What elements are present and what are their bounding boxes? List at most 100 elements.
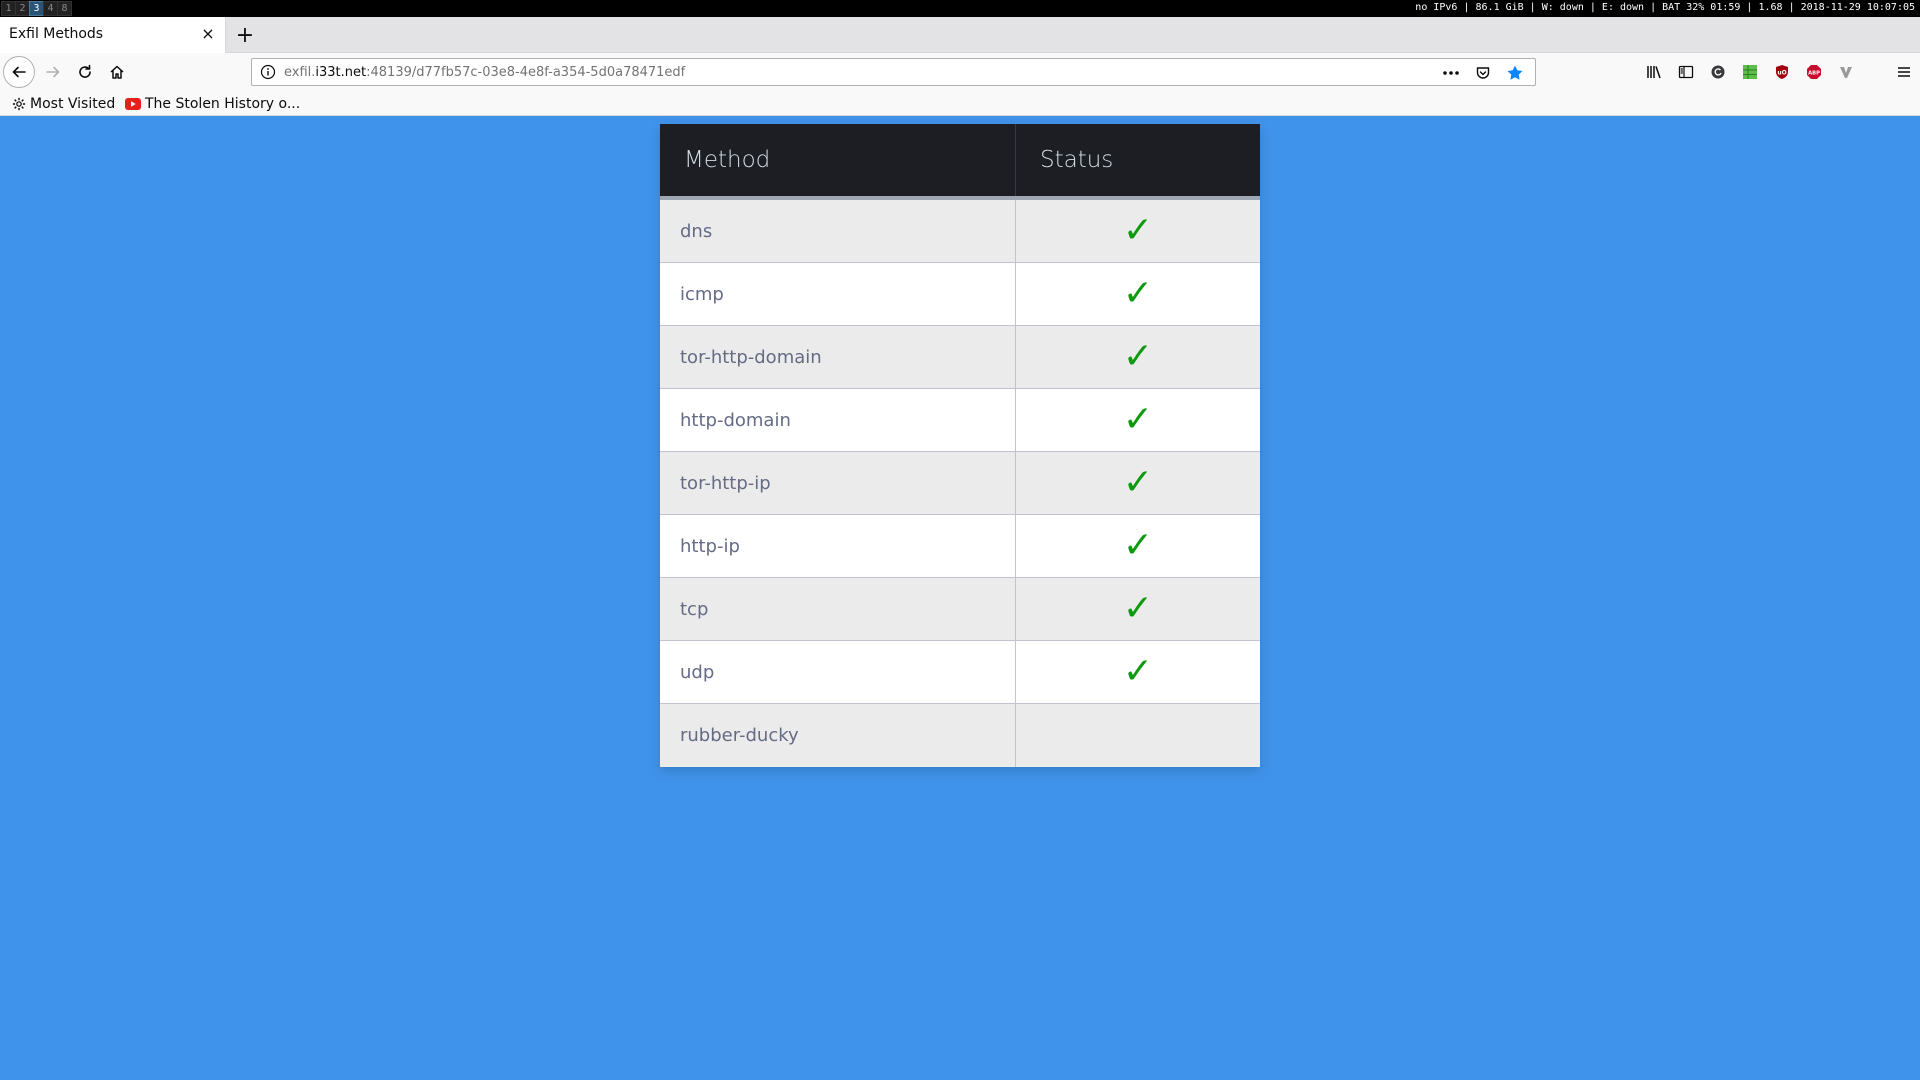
- workspace-button[interactable]: 2: [15, 1, 30, 16]
- forward-button[interactable]: [37, 57, 69, 87]
- sidebar-icon: [1678, 65, 1694, 79]
- table-row: tor-http-domain ✓: [660, 326, 1260, 389]
- workspace-button[interactable]: 1: [1, 1, 16, 16]
- bookmark-stolen-history[interactable]: The Stolen History o...: [125, 94, 300, 113]
- url-bar[interactable]: exfil.i33t.net:48139/d77fb57c-03e8-4e8f-…: [251, 58, 1536, 86]
- url-domain: i33t.net: [315, 65, 367, 80]
- youtube-icon: [125, 97, 141, 110]
- status-check-icon: ✓: [1122, 210, 1154, 251]
- status-cell: [1016, 704, 1260, 767]
- status-cell: ✓: [1016, 578, 1260, 640]
- status-check-icon: ✓: [1122, 525, 1154, 566]
- sync-icon: [1711, 65, 1725, 79]
- url-subdomain: exfil.: [284, 65, 316, 80]
- toolbar-extensions: uO ABP: [1638, 57, 1920, 87]
- table-row: tcp ✓: [660, 578, 1260, 641]
- workspace-button[interactable]: 4: [43, 1, 58, 16]
- column-header-status: Status: [1040, 147, 1114, 173]
- method-cell: udp: [660, 641, 1016, 703]
- table-row: dns ✓: [660, 200, 1260, 263]
- exfil-methods-table: Method Status dns ✓ icmp ✓ tor-http-domain ✓ h…: [660, 124, 1260, 767]
- status-cell: ✓: [1016, 200, 1260, 262]
- status-cell: ✓: [1016, 452, 1260, 514]
- status-check-icon: ✓: [1122, 588, 1154, 629]
- browser-tab[interactable]: Exfil Methods ×: [0, 17, 226, 53]
- back-button[interactable]: [3, 56, 35, 88]
- page-actions-button[interactable]: [1437, 62, 1465, 84]
- ublock-shield-icon: uO: [1776, 65, 1788, 79]
- method-cell: tcp: [660, 578, 1016, 640]
- bookmarks-toolbar: Most Visited The Stolen History o...: [0, 91, 1920, 116]
- bookmark-star-button[interactable]: [1501, 62, 1529, 84]
- table-row: udp ✓: [660, 641, 1260, 704]
- new-tab-button[interactable]: +: [230, 20, 260, 50]
- tab-title: Exfil Methods: [9, 26, 104, 42]
- ublock-button[interactable]: uO: [1766, 57, 1798, 87]
- navigation-toolbar: exfil.i33t.net:48139/d77fb57c-03e8-4e8f-…: [0, 53, 1920, 91]
- vimium-icon: [1840, 67, 1852, 78]
- menu-button[interactable]: [1888, 57, 1920, 87]
- page-content: Method Status dns ✓ icmp ✓ tor-http-domain ✓ h…: [0, 116, 1920, 1080]
- home-icon: [110, 65, 124, 79]
- method-cell: icmp: [660, 263, 1016, 325]
- star-icon: [1507, 65, 1523, 80]
- sidebar-button[interactable]: [1670, 57, 1702, 87]
- reload-button[interactable]: [69, 57, 101, 87]
- method-cell: tor-http-ip: [660, 452, 1016, 514]
- table-row: rubber-ducky: [660, 704, 1260, 767]
- table-row: icmp ✓: [660, 263, 1260, 326]
- status-cell: ✓: [1016, 263, 1260, 325]
- forward-arrow-icon: [46, 66, 60, 78]
- hamburger-menu-icon: [1898, 67, 1910, 77]
- table-body: dns ✓ icmp ✓ tor-http-domain ✓ http-domain ✓ tor…: [660, 200, 1260, 767]
- tab-strip: Exfil Methods × +: [0, 17, 1920, 53]
- url-text[interactable]: exfil.i33t.net:48139/d77fb57c-03e8-4e8f-…: [284, 65, 685, 80]
- sync-extension-button[interactable]: [1702, 57, 1734, 87]
- method-cell: http-ip: [660, 515, 1016, 577]
- method-cell: http-domain: [660, 389, 1016, 451]
- status-check-icon: ✓: [1122, 651, 1154, 692]
- svg-text:uO: uO: [1777, 70, 1786, 77]
- pocket-button[interactable]: [1469, 62, 1497, 84]
- table-row: http-ip ✓: [660, 515, 1260, 578]
- adblock-plus-button[interactable]: ABP: [1798, 57, 1830, 87]
- grid-extension-icon: [1743, 65, 1757, 79]
- back-arrow-icon: [12, 66, 26, 78]
- column-header-method: Method: [660, 124, 1016, 196]
- adblock-plus-icon: ABP: [1807, 65, 1821, 79]
- table-row: tor-http-ip ✓: [660, 452, 1260, 515]
- tab-close-button[interactable]: ×: [198, 23, 218, 43]
- url-actions: [1437, 62, 1529, 84]
- library-button[interactable]: [1638, 57, 1670, 87]
- method-cell: dns: [660, 200, 1016, 262]
- reload-icon: [79, 64, 91, 78]
- method-cell: tor-http-domain: [660, 326, 1016, 388]
- workspace-button[interactable]: 8: [57, 1, 72, 16]
- status-check-icon: ✓: [1122, 273, 1154, 314]
- status-cell: ✓: [1016, 389, 1260, 451]
- bookmark-most-visited[interactable]: Most Visited: [12, 94, 115, 113]
- status-cell: ✓: [1016, 326, 1260, 388]
- svg-text:ABP: ABP: [1808, 70, 1820, 76]
- status-check-icon: ✓: [1122, 399, 1154, 440]
- vimium-button[interactable]: [1830, 57, 1862, 87]
- table-header: Method Status: [660, 124, 1260, 200]
- i3-status-bar: 12348 no IPv6 | 86.1 GiB | W: down | E: …: [0, 0, 1920, 17]
- bookmark-label: Most Visited: [30, 95, 116, 112]
- gear-icon: [12, 97, 26, 110]
- home-button[interactable]: [101, 57, 133, 87]
- status-cell: ✓: [1016, 641, 1260, 703]
- tab-strip-background: [226, 17, 1920, 52]
- status-check-icon: ✓: [1122, 462, 1154, 503]
- status-cell: ✓: [1016, 515, 1260, 577]
- library-icon: [1647, 66, 1661, 79]
- pocket-icon: [1476, 67, 1490, 79]
- method-cell: rubber-ducky: [660, 704, 1016, 767]
- info-icon[interactable]: [260, 64, 276, 80]
- table-row: http-domain ✓: [660, 389, 1260, 452]
- workspace-button[interactable]: 3: [29, 1, 44, 16]
- green-extension-button[interactable]: [1734, 57, 1766, 87]
- ellipsis-icon: [1443, 71, 1459, 75]
- status-check-icon: ✓: [1122, 336, 1154, 377]
